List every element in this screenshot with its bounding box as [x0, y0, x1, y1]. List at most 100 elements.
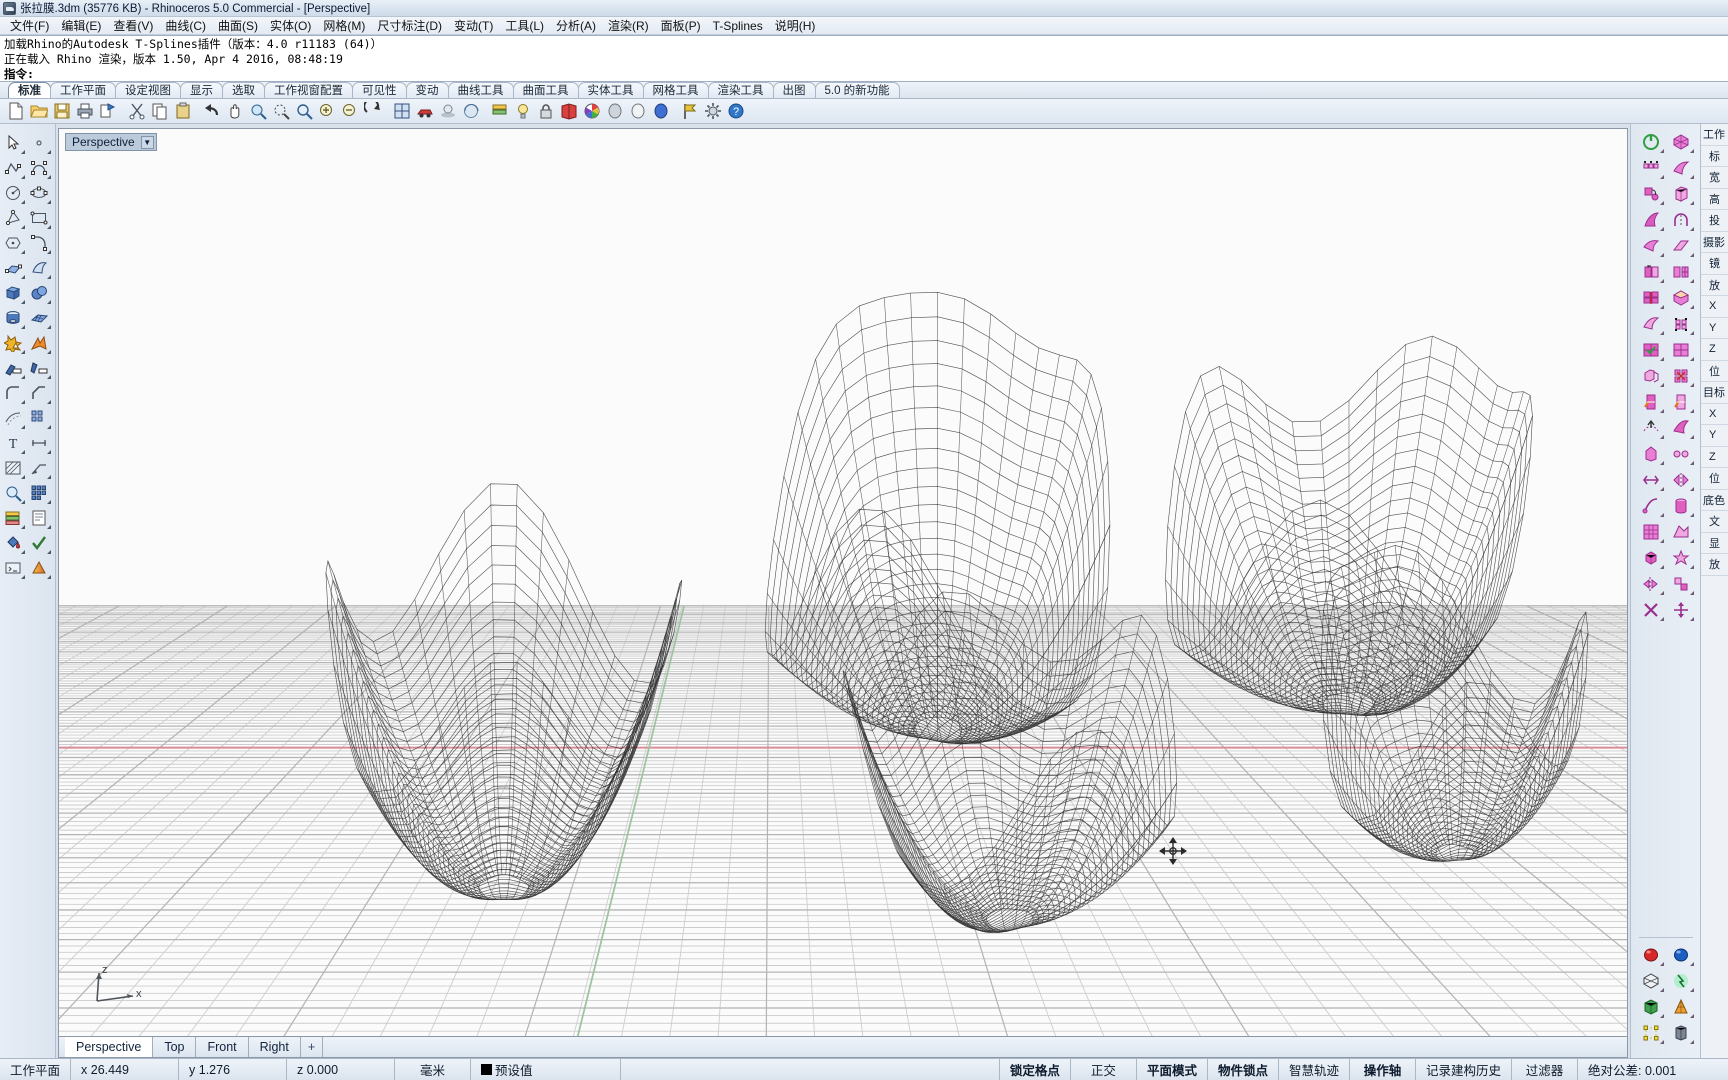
property-row-4[interactable]: 投	[1701, 210, 1728, 232]
flyout-corner-icon[interactable]	[1689, 988, 1694, 992]
sphere-solid-icon[interactable]	[26, 280, 52, 305]
property-row-3[interactable]: 高	[1701, 189, 1728, 210]
property-row-0[interactable]: 工作	[1701, 124, 1728, 146]
save-disk-icon[interactable]	[51, 100, 73, 122]
crease-icon[interactable]	[1666, 207, 1696, 233]
copy-icon[interactable]	[149, 100, 171, 122]
perspective-viewport[interactable]: Perspective ▼ x z	[58, 128, 1628, 1037]
flyout-corner-icon[interactable]	[1659, 175, 1664, 179]
toolbar-tab-11[interactable]: 网格工具	[642, 82, 709, 98]
toolbar-tab-4[interactable]: 选取	[222, 82, 265, 98]
property-row-8[interactable]: X	[1701, 296, 1728, 318]
flyout-corner-icon[interactable]	[47, 400, 51, 404]
hatch-icon[interactable]	[0, 455, 26, 480]
offset-icon[interactable]	[0, 405, 26, 430]
scale-icon[interactable]	[1666, 571, 1696, 597]
print-icon[interactable]	[74, 100, 96, 122]
analyze-icon[interactable]	[0, 480, 26, 505]
left-toolbar[interactable]: T	[0, 124, 56, 1058]
property-row-12[interactable]: 目标	[1701, 382, 1728, 404]
flyout-corner-icon[interactable]	[1689, 227, 1694, 231]
surface-control-points-icon[interactable]	[0, 255, 26, 280]
mirror-icon[interactable]	[1636, 571, 1666, 597]
export-icon[interactable]	[97, 100, 119, 122]
layers-panel-icon[interactable]	[0, 505, 26, 530]
viewport-tab-perspective[interactable]: Perspective	[65, 1037, 154, 1057]
flyout-corner-icon[interactable]	[21, 375, 25, 379]
property-row-1[interactable]: 标	[1701, 146, 1728, 167]
split-icon[interactable]	[26, 355, 52, 380]
mesh-plane-icon[interactable]	[26, 305, 52, 330]
cut-scissors-icon[interactable]	[126, 100, 148, 122]
viewport-tabs[interactable]: Perspective Top Front Right +	[58, 1037, 1628, 1058]
match-icon[interactable]	[1636, 493, 1666, 519]
flyout-corner-icon[interactable]	[1689, 539, 1694, 543]
cylinder-solid-icon[interactable]	[0, 305, 26, 330]
flyout-corner-icon[interactable]	[1659, 591, 1664, 595]
flyout-corner-icon[interactable]	[1659, 487, 1664, 491]
arc-icon[interactable]	[26, 230, 52, 255]
add-viewport-tab-icon[interactable]: +	[301, 1037, 324, 1057]
flyout-corner-icon[interactable]	[1689, 1040, 1694, 1044]
menu-item-4[interactable]: 曲面(S)	[212, 16, 264, 35]
flyout-corner-icon[interactable]	[47, 150, 51, 154]
convert-icon[interactable]	[1636, 233, 1666, 259]
flyout-corner-icon[interactable]	[47, 325, 51, 329]
property-row-19[interactable]: 显	[1701, 533, 1728, 554]
sphere-blue-icon[interactable]	[650, 100, 672, 122]
flyout-corner-icon[interactable]	[21, 425, 25, 429]
flyout-corner-icon[interactable]	[21, 475, 25, 479]
menu-bar[interactable]: 文件(F) 编辑(E) 查看(V) 曲线(C) 曲面(S) 实体(O) 网格(M) 尺寸标注(…	[0, 17, 1728, 35]
toolbar-tabstrip[interactable]: 标准 工作平面 设定视图 显示 选取 工作视窗配置 可见性 变动 曲线工具 曲面工具 实体工具 网格工…	[0, 82, 1728, 99]
rectangle-icon[interactable]	[26, 205, 52, 230]
curve-surface-icon[interactable]	[1636, 363, 1666, 389]
flyout-corner-icon[interactable]	[1689, 513, 1694, 517]
text-icon[interactable]: T	[0, 430, 26, 455]
sphere-white-icon[interactable]	[627, 100, 649, 122]
fillet-icon[interactable]	[0, 380, 26, 405]
help-icon[interactable]: ?	[725, 100, 747, 122]
flyout-corner-icon[interactable]	[1689, 1014, 1694, 1018]
flyout-corner-icon[interactable]	[47, 575, 51, 579]
green-glow-icon[interactable]	[1666, 968, 1696, 994]
toolbar-tab-8[interactable]: 曲线工具	[447, 82, 514, 98]
toolbar-tab-13[interactable]: 出图	[772, 82, 816, 98]
flyout-corner-icon[interactable]	[47, 250, 51, 254]
menu-item-9[interactable]: 工具(L)	[499, 16, 550, 35]
flyout-corner-icon[interactable]	[47, 175, 51, 179]
circle-icon[interactable]	[0, 180, 26, 205]
property-row-15[interactable]: Z	[1701, 447, 1728, 468]
flyout-corner-icon[interactable]	[47, 525, 51, 529]
flyout-corner-icon[interactable]	[1689, 617, 1694, 621]
flyout-corner-icon[interactable]	[1659, 988, 1664, 992]
flyout-corner-icon[interactable]	[21, 575, 25, 579]
flyout-corner-icon[interactable]	[1659, 539, 1664, 543]
wireframe-icon[interactable]	[1636, 968, 1666, 994]
zoom-in-icon[interactable]	[316, 100, 338, 122]
flyout-corner-icon[interactable]	[1659, 1014, 1664, 1018]
ellipse-icon[interactable]	[26, 180, 52, 205]
extract-icon[interactable]	[1636, 415, 1666, 441]
gradient-icon[interactable]	[26, 555, 52, 580]
flyout-corner-icon[interactable]	[21, 300, 25, 304]
four-view-icon[interactable]	[391, 100, 413, 122]
layer-icon[interactable]	[489, 100, 511, 122]
polyline-icon[interactable]	[0, 155, 26, 180]
property-row-18[interactable]: 文	[1701, 511, 1728, 533]
status-units[interactable]: 毫米	[395, 1059, 472, 1080]
property-row-5[interactable]: 摄影	[1701, 231, 1728, 253]
menu-item-3[interactable]: 曲线(C)	[159, 16, 212, 35]
toolbar-tab-10[interactable]: 实体工具	[577, 82, 644, 98]
delete-edge-icon[interactable]	[1636, 337, 1666, 363]
menu-item-10[interactable]: 分析(A)	[550, 16, 602, 35]
menu-item-13[interactable]: T-Splines	[707, 18, 769, 34]
menu-item-2[interactable]: 查看(V)	[107, 16, 159, 35]
property-row-2[interactable]: 宽	[1701, 167, 1728, 189]
flyout-corner-icon[interactable]	[47, 450, 51, 454]
zoom-selected-icon[interactable]	[293, 100, 315, 122]
flyout-corner-icon[interactable]	[1659, 461, 1664, 465]
flyout-corner-icon[interactable]	[1659, 357, 1664, 361]
command-prompt[interactable]: 指令:	[4, 67, 1724, 81]
star-icon[interactable]	[1666, 545, 1696, 571]
flyout-corner-icon[interactable]	[1659, 279, 1664, 283]
